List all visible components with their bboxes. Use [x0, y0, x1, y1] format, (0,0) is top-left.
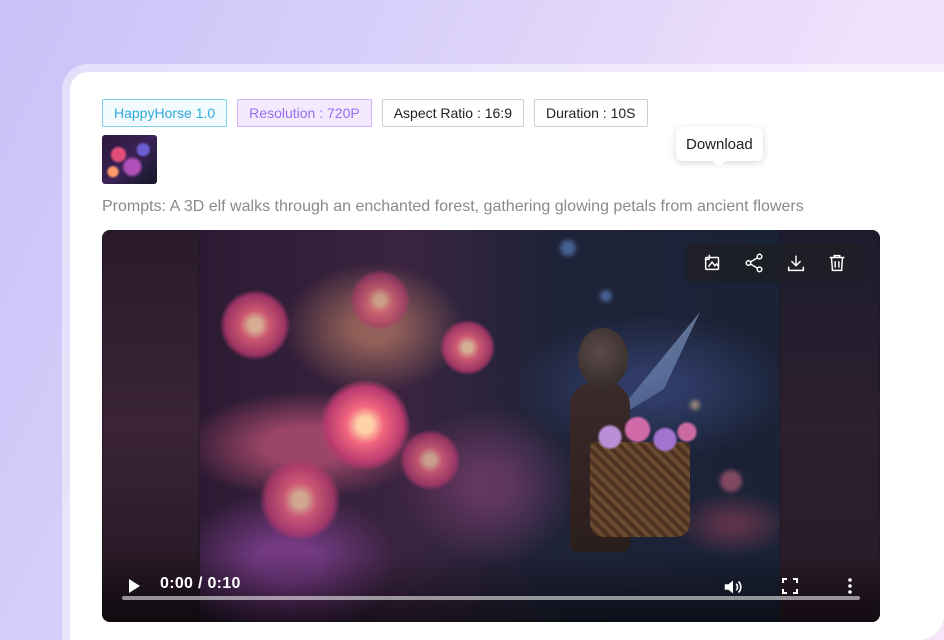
aspect-ratio-tag: Aspect Ratio : 16:9: [381, 99, 524, 127]
model-tag: HappyHorse 1.0: [102, 99, 228, 127]
progress-bar[interactable]: [122, 596, 860, 600]
play-icon[interactable]: [124, 576, 144, 596]
crop-image-icon[interactable]: [697, 247, 729, 279]
player-controls: 0:00 / 0:10: [102, 552, 880, 622]
tag-row: HappyHorse 1.0 Resolution : 720P Aspect …: [102, 99, 648, 127]
volume-icon[interactable]: [722, 576, 744, 598]
share-icon[interactable]: [738, 247, 770, 279]
reference-image-thumbnail[interactable]: [102, 135, 157, 184]
trash-icon[interactable]: [821, 247, 853, 279]
media-toolbar: [686, 244, 864, 282]
download-icon[interactable]: [780, 247, 812, 279]
fullscreen-icon[interactable]: [780, 576, 800, 596]
prompt-text: Prompts: A 3D elf walks through an encha…: [102, 198, 804, 215]
duration-tag: Duration : 10S: [534, 99, 648, 127]
video-player[interactable]: 0:00 / 0:10: [102, 230, 880, 622]
time-readout: 0:00 / 0:10: [160, 575, 241, 592]
download-tooltip: Download: [676, 127, 763, 167]
more-options-icon[interactable]: [840, 576, 860, 596]
generation-card: HappyHorse 1.0 Resolution : 720P Aspect …: [70, 72, 944, 640]
app-background: HappyHorse 1.0 Resolution : 720P Aspect …: [0, 0, 944, 640]
resolution-tag: Resolution : 720P: [237, 99, 372, 127]
